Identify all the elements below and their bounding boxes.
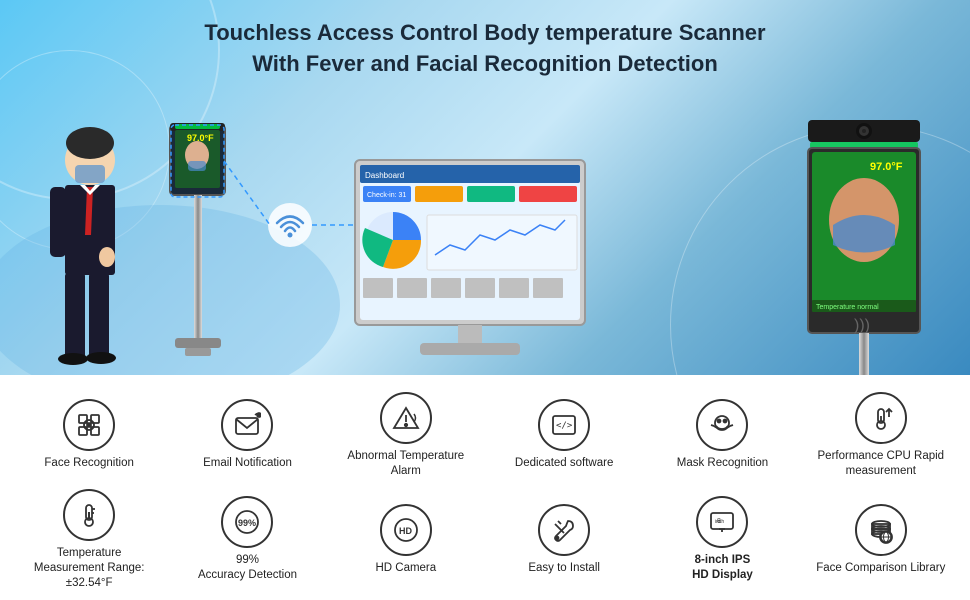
hero-section: Touchless Access Control Body temperatur…: [0, 0, 970, 375]
email-notification-label: Email Notification: [203, 456, 292, 471]
product-scene: 97.0°F: [0, 80, 970, 375]
accuracy-detection-icon: 99%: [221, 496, 273, 548]
feature-abnormal-temp: Abnormal Temperature Alarm: [341, 392, 471, 479]
svg-text:Temperature normal: Temperature normal: [816, 304, 879, 311]
easy-install-icon: [538, 504, 590, 556]
face-recognition-label: Face Recognition: [44, 456, 134, 471]
abnormal-temp-icon: [380, 392, 432, 444]
feature-performance-cpu: Performance CPU Rapid measurement: [816, 392, 946, 479]
feature-accuracy-detection: 99% 99%Accuracy Detection: [182, 496, 312, 583]
feature-face-recognition: Face Recognition: [24, 399, 154, 471]
dedicated-software-icon: </>: [538, 399, 590, 451]
title-line1: Touchless Access Control Body temperatur…: [204, 18, 765, 49]
svg-text:HD: HD: [399, 526, 412, 536]
abnormal-temp-label: Abnormal Temperature Alarm: [341, 449, 471, 479]
hero-title: Touchless Access Control Body temperatur…: [204, 0, 765, 80]
svg-text:inch: inch: [715, 519, 724, 525]
easy-install-label: Easy to Install: [528, 561, 600, 576]
features-section: Face Recognition Email Notification: [0, 375, 970, 600]
face-comparison-label: Face Comparison Library: [816, 561, 945, 576]
svg-text:</>: </>: [556, 421, 573, 431]
svg-text:97.0°F: 97.0°F: [187, 133, 214, 143]
performance-cpu-icon: [855, 392, 907, 444]
svg-text:99%: 99%: [238, 518, 256, 528]
feature-face-comparison: Face Comparison Library: [816, 504, 946, 576]
hd-camera-label: HD Camera: [375, 561, 436, 576]
mask-recognition-label: Mask Recognition: [677, 456, 768, 471]
scene-svg: 97.0°F: [0, 105, 970, 375]
mask-recognition-icon: [696, 399, 748, 451]
svg-text:97.0°F: 97.0°F: [870, 161, 903, 173]
feature-8inch-display: 8 inch 8-inch IPSHD Display: [657, 496, 787, 583]
feature-easy-install: Easy to Install: [499, 504, 629, 576]
feature-mask-recognition: Mask Recognition: [657, 399, 787, 471]
8inch-display-icon: 8 inch: [696, 496, 748, 548]
face-recognition-icon: [63, 399, 115, 451]
email-notification-icon: [221, 399, 273, 451]
performance-cpu-label: Performance CPU Rapid measurement: [816, 449, 946, 479]
svg-text:))): ))): [854, 317, 870, 334]
temperature-range-label: TemperatureMeasurement Range:±32.54°F: [24, 546, 154, 591]
temperature-range-icon: [63, 489, 115, 541]
features-row-2: TemperatureMeasurement Range:±32.54°F 99…: [10, 488, 960, 593]
feature-dedicated-software: </> Dedicated software: [499, 399, 629, 471]
features-row-1: Face Recognition Email Notification: [10, 383, 960, 488]
svg-text:Check-in: 31: Check-in: 31: [367, 192, 406, 199]
feature-hd-camera: HD HD Camera: [341, 504, 471, 576]
hd-camera-icon: HD: [380, 504, 432, 556]
svg-text:Dashboard: Dashboard: [365, 171, 404, 180]
accuracy-detection-label: 99%Accuracy Detection: [198, 553, 297, 583]
face-comparison-icon: [855, 504, 907, 556]
dedicated-software-label: Dedicated software: [515, 456, 613, 471]
8inch-display-label: 8-inch IPSHD Display: [692, 553, 753, 583]
feature-email-notification: Email Notification: [182, 399, 312, 471]
title-line2: With Fever and Facial Recognition Detect…: [204, 49, 765, 80]
feature-temperature-range: TemperatureMeasurement Range:±32.54°F: [24, 489, 154, 591]
